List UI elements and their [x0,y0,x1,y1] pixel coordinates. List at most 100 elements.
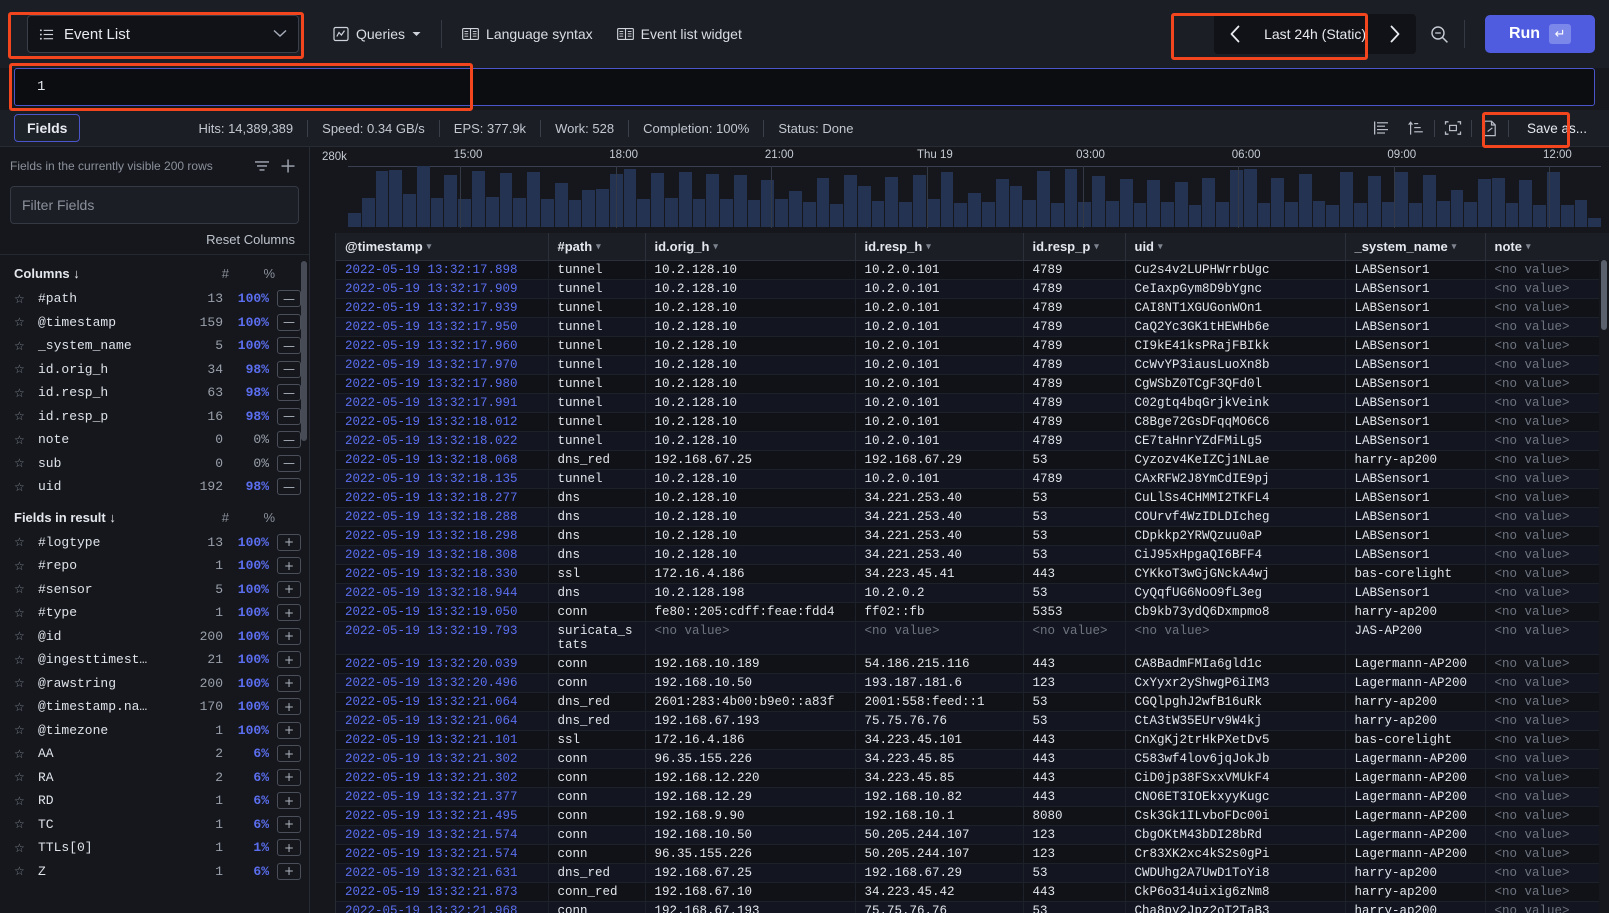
chevron-down-icon[interactable]: ▾ [1158,241,1163,252]
field-row[interactable]: ☆ @ingesttimest… 21 100% + [0,648,309,672]
chevron-down-icon[interactable]: ▾ [427,241,432,252]
star-icon[interactable]: ☆ [14,480,32,494]
star-icon[interactable]: ☆ [14,653,32,667]
table-row[interactable]: 2022-05-19 13:32:18.277 dns 10.2.128.10 34.… [336,488,1609,508]
field-row[interactable]: ☆ #type 1 100% + [0,601,309,625]
fields-button[interactable]: Fields [14,114,81,142]
field-row[interactable]: ☆ #path 13 100% — [0,287,309,311]
chevron-down-icon[interactable]: ▾ [713,241,718,252]
star-icon[interactable]: ☆ [14,747,32,761]
field-row[interactable]: ☆ TC 1 6% + [0,813,309,837]
star-icon[interactable]: ☆ [14,386,32,400]
save-as-button[interactable]: Save as... [1517,115,1597,142]
field-row[interactable]: ☆ @rawstring 200 100% + [0,672,309,696]
table-row[interactable]: 2022-05-19 13:32:17.980 tunnel 10.2.128.10… [336,374,1609,394]
table-row[interactable]: 2022-05-19 13:32:17.960 tunnel 10.2.128.10… [336,336,1609,356]
table-row[interactable]: 2022-05-19 13:32:18.288 dns 10.2.128.10 34.… [336,507,1609,527]
plus-icon[interactable]: + [277,839,301,857]
star-icon[interactable]: ☆ [14,770,32,784]
table-row[interactable]: 2022-05-19 13:32:21.377 conn 192.168.12.29… [336,787,1609,807]
table-row[interactable]: 2022-05-19 13:32:21.495 conn 192.168.9.90 1… [336,806,1609,826]
field-row[interactable]: ☆ #logtype 13 100% + [0,531,309,555]
export-file-icon[interactable] [1474,113,1506,143]
table-row[interactable]: 2022-05-19 13:32:19.793 suricata_stats <no… [336,621,1609,655]
filter-fields-input[interactable]: Filter Fields [10,186,299,224]
reset-columns-button[interactable]: Reset Columns [10,224,299,254]
table-header-cell[interactable]: uid ▾ [1125,233,1346,261]
sort-ascending-icon[interactable] [1400,113,1432,143]
fields-in-result-section-header[interactable]: Fields in result ↓ #% [0,499,309,531]
star-icon[interactable]: ☆ [14,409,32,423]
field-row[interactable]: ☆ @timestamp 159 100% — [0,311,309,335]
field-row[interactable]: ☆ uid 192 98% — [0,475,309,499]
minus-icon[interactable]: — [277,431,301,449]
table-row[interactable]: 2022-05-19 13:32:17.991 tunnel 10.2.128.10… [336,393,1609,413]
table-row[interactable]: 2022-05-19 13:32:18.012 tunnel 10.2.128.10… [336,412,1609,432]
table-row[interactable]: 2022-05-19 13:32:21.968 conn 192.168.67.19… [336,901,1609,913]
list-view-icon[interactable] [1366,113,1398,143]
plus-icon[interactable]: + [277,674,301,692]
fit-screen-icon[interactable] [1437,113,1469,143]
star-icon[interactable]: ☆ [14,535,32,549]
table-row[interactable]: 2022-05-19 13:32:18.135 tunnel 10.2.128.10… [336,469,1609,489]
field-row[interactable]: ☆ AA 2 6% + [0,742,309,766]
table-row[interactable]: 2022-05-19 13:32:19.050 conn fe80::205:cdf… [336,602,1609,622]
field-row[interactable]: ☆ #sensor 5 100% + [0,578,309,602]
query-input[interactable]: 1 [9,63,1595,111]
star-icon[interactable]: ☆ [14,339,32,353]
table-row[interactable]: 2022-05-19 13:32:21.631 dns_red 192.168.67… [336,863,1609,883]
minus-icon[interactable]: — [277,313,301,331]
table-row[interactable]: 2022-05-19 13:32:17.909 tunnel 10.2.128.10… [336,279,1609,299]
field-row[interactable]: ☆ sub 0 0% — [0,452,309,476]
plus-icon[interactable]: + [277,768,301,786]
event-list-selector[interactable]: Event List [27,15,299,53]
table-row[interactable]: 2022-05-19 13:32:18.308 dns 10.2.128.10 34.… [336,545,1609,565]
table-row[interactable]: 2022-05-19 13:32:21.574 conn 96.35.155.226… [336,844,1609,864]
field-row[interactable]: ☆ @timezone 1 100% + [0,719,309,743]
sidebar-scrollbar[interactable] [301,261,307,441]
plus-icon[interactable]: + [277,580,301,598]
field-row[interactable]: ☆ @timestamp.na… 170 100% + [0,695,309,719]
star-icon[interactable]: ☆ [14,700,32,714]
table-row[interactable]: 2022-05-19 13:32:21.873 conn_red 192.168.6… [336,882,1609,902]
star-icon[interactable]: ☆ [14,292,32,306]
chevron-down-icon[interactable]: ▾ [1526,241,1531,252]
chevron-down-icon[interactable]: ▾ [596,241,601,252]
field-row[interactable]: ☆ #repo 1 100% + [0,554,309,578]
chevron-left-icon[interactable] [1220,19,1250,49]
field-row[interactable]: ☆ note 0 0% — [0,428,309,452]
star-icon[interactable]: ☆ [14,676,32,690]
plus-icon[interactable]: + [277,721,301,739]
columns-section-header[interactable]: Columns ↓ #% [0,255,309,287]
table-vertical-scrollbar[interactable] [1599,260,1609,913]
field-row[interactable]: ☆ RD 1 6% + [0,789,309,813]
table-row[interactable]: 2022-05-19 13:32:18.022 tunnel 10.2.128.10… [336,431,1609,451]
table-row[interactable]: 2022-05-19 13:32:21.574 conn 192.168.10.50… [336,825,1609,845]
minus-icon[interactable]: — [277,337,301,355]
field-row[interactable]: ☆ TTLs[0] 1 1% + [0,836,309,860]
minus-icon[interactable]: — [277,407,301,425]
event-list-widget-button[interactable]: Event list widget [605,17,754,51]
plus-icon[interactable]: + [277,557,301,575]
time-range-picker[interactable]: Last 24h (Static) [1214,14,1416,54]
table-row[interactable]: 2022-05-19 13:32:21.302 conn 96.35.155.226… [336,749,1609,769]
table-row[interactable]: 2022-05-19 13:32:21.064 dns_red 192.168.67… [336,711,1609,731]
star-icon[interactable]: ☆ [14,362,32,376]
plus-icon[interactable]: + [277,745,301,763]
minus-icon[interactable]: — [277,290,301,308]
plus-icon[interactable]: + [277,604,301,622]
plus-icon[interactable]: + [277,651,301,669]
field-row[interactable]: ☆ Z 1 6% + [0,860,309,884]
filter-icon[interactable] [251,155,273,177]
star-icon[interactable]: ☆ [14,559,32,573]
field-row[interactable]: ☆ id.orig_h 34 98% — [0,358,309,382]
star-icon[interactable]: ☆ [14,817,32,831]
field-row[interactable]: ☆ RA 2 6% + [0,766,309,790]
minus-icon[interactable]: — [277,454,301,472]
plus-icon[interactable]: + [277,627,301,645]
star-icon[interactable]: ☆ [14,433,32,447]
table-header-cell[interactable]: _system_name ▾ [1345,233,1486,261]
table-scrollbar-thumb[interactable] [1601,260,1607,330]
chevron-down-icon[interactable]: ▾ [1094,241,1099,252]
chevron-down-icon[interactable]: ▾ [926,241,931,252]
